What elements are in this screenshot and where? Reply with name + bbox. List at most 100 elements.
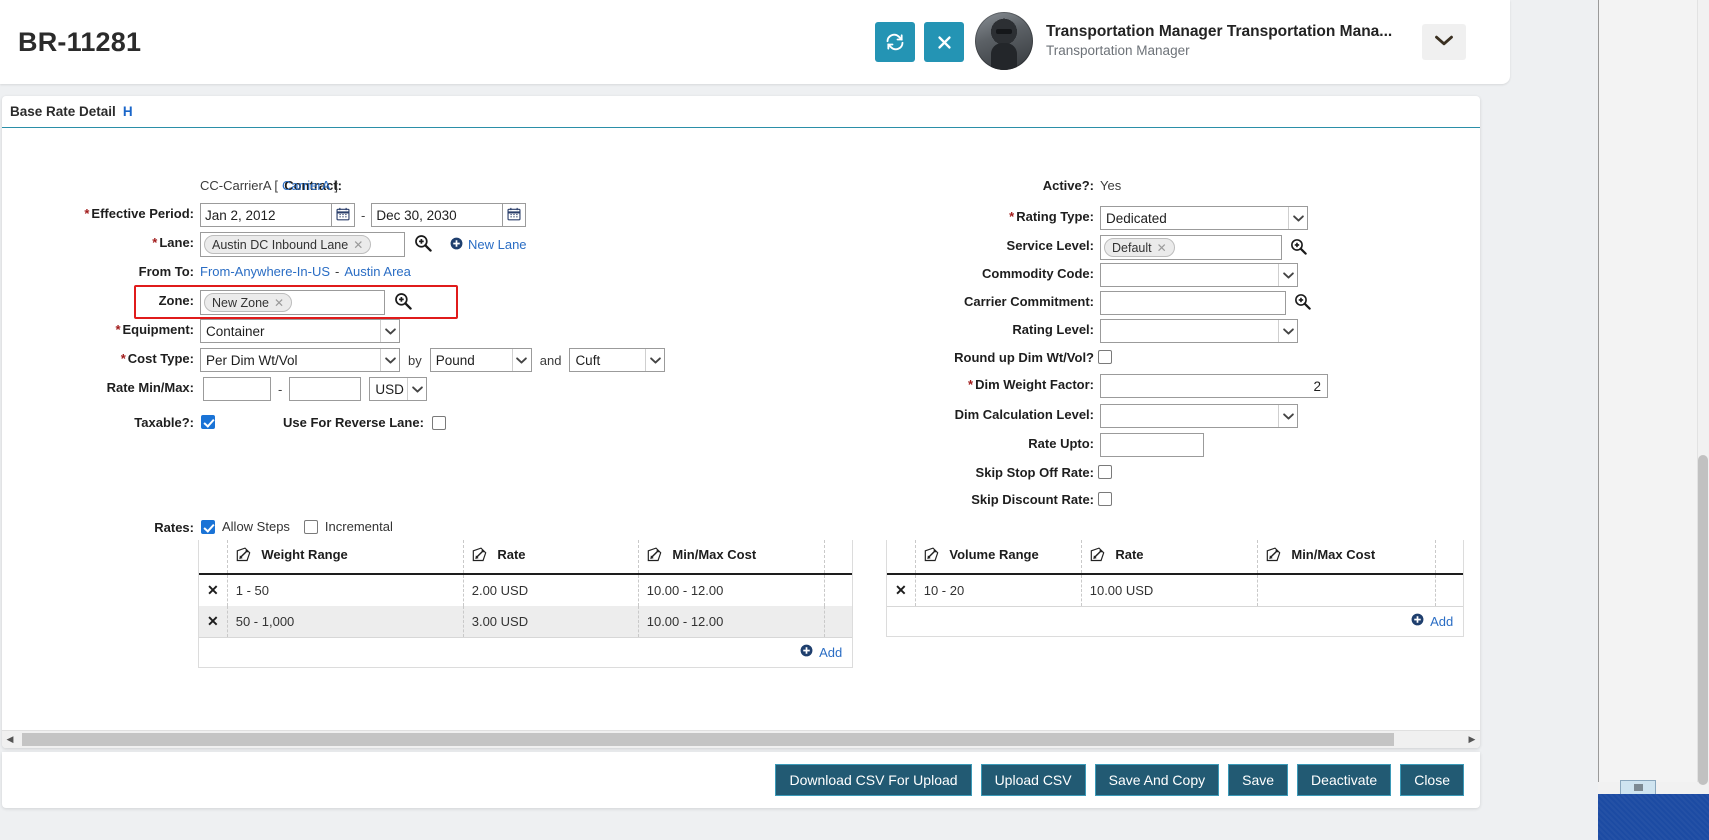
scroll-left-arrow-icon[interactable]: ◀ (2, 734, 18, 745)
skip-stop-off-checkbox-wrap (1098, 465, 1112, 479)
zone-search-button[interactable] (394, 292, 412, 313)
cost-type-unit1-select[interactable]: Pound (429, 348, 532, 372)
equipment-value: Container (206, 323, 265, 339)
contract-carrier-link[interactable]: CarrierA (282, 178, 330, 193)
volume-range-column-label: Volume Range (949, 547, 1039, 562)
cost-type-select[interactable]: Per Dim Wt/Vol (200, 348, 400, 372)
required-marker: * (152, 235, 158, 250)
horizontal-scroll-thumb[interactable] (22, 733, 1394, 746)
skip-discount-label-wrap: Skip Discount Rate: (832, 492, 1094, 507)
table-row[interactable]: ✕ 50 - 1,000 3.00 USD 10.00 - 12.00 (199, 606, 853, 637)
effective-to-calendar-button[interactable] (503, 203, 527, 227)
plus-circle-icon (800, 644, 813, 660)
zone-input[interactable]: New Zone ✕ (200, 290, 385, 315)
service-level-search-button[interactable] (1290, 238, 1307, 258)
commodity-code-label-wrap: Commodity Code: (832, 266, 1094, 281)
service-level-chip[interactable]: Default ✕ (1104, 238, 1175, 257)
rate-currency-select[interactable]: USD (369, 377, 428, 401)
contract-value-end: ] (334, 178, 339, 193)
panel-help-link[interactable]: H (123, 104, 133, 119)
remove-service-level-chip-icon[interactable]: ✕ (1157, 241, 1167, 255)
edit-pencil-icon[interactable] (472, 547, 491, 565)
close-window-button[interactable] (924, 22, 964, 62)
lane-search-button[interactable] (414, 234, 432, 255)
add-weight-rate-button[interactable]: Add (800, 644, 842, 660)
edit-pencil-icon[interactable] (1090, 547, 1109, 565)
download-csv-button[interactable]: Download CSV For Upload (775, 764, 972, 796)
commodity-code-label: Commodity Code: (982, 266, 1094, 281)
browser-scrollbar-thumb[interactable] (1698, 455, 1708, 785)
cost-type-by-label: by (408, 352, 422, 368)
browser-scrollbar[interactable] (1697, 0, 1709, 785)
delete-row-cell[interactable]: ✕ (199, 606, 228, 637)
round-up-dim-checkbox[interactable] (1098, 350, 1112, 364)
contract-value-group: CC-CarrierA [ CarrierA ] (200, 178, 338, 193)
upload-csv-button[interactable]: Upload CSV (980, 764, 1086, 796)
service-level-chip-label: Default (1112, 240, 1152, 255)
rate-min-input[interactable] (203, 377, 271, 401)
edit-pencil-icon[interactable] (1266, 547, 1285, 565)
weight-minmax-column-label: Min/Max Cost (672, 547, 757, 562)
effective-from-input[interactable] (200, 203, 332, 227)
active-label-wrap: Active?: (832, 178, 1094, 193)
delete-row-icon[interactable]: ✕ (895, 582, 907, 598)
volume-rate-cell: 10.00 USD (1081, 574, 1258, 606)
rating-level-select[interactable] (1100, 319, 1298, 343)
delete-row-cell[interactable]: ✕ (199, 574, 228, 606)
zone-chip[interactable]: New Zone ✕ (204, 293, 293, 312)
lane-input[interactable]: Austin DC Inbound Lane ✕ (200, 232, 405, 257)
rate-upto-input[interactable] (1100, 433, 1204, 457)
rate-minmax-label-wrap: Rate Min/Max: (2, 380, 194, 395)
horizontal-scroll-track[interactable] (18, 733, 1464, 746)
save-and-copy-button[interactable]: Save And Copy (1094, 764, 1220, 796)
refresh-button[interactable] (875, 22, 915, 62)
user-role: Transportation Manager (1046, 43, 1190, 59)
horizontal-scrollbar[interactable]: ◀ ▶ (2, 730, 1480, 748)
carrier-commitment-input[interactable] (1100, 291, 1286, 315)
save-button[interactable]: Save (1228, 764, 1289, 796)
rating-type-select[interactable]: Dedicated (1100, 206, 1308, 230)
allow-steps-checkbox[interactable] (201, 519, 215, 534)
carrier-commitment-search-button[interactable] (1294, 293, 1311, 313)
table-row[interactable]: ✕ 1 - 50 2.00 USD 10.00 - 12.00 (199, 574, 852, 606)
delete-row-icon[interactable]: ✕ (207, 582, 219, 598)
delete-row-cell[interactable]: ✕ (887, 574, 916, 606)
commodity-code-select[interactable] (1100, 263, 1298, 287)
effective-to-input[interactable] (371, 203, 504, 227)
top-header-bar: BR-11281 Transportation Manager Transpor… (0, 0, 1510, 84)
remove-lane-chip-icon[interactable]: ✕ (353, 238, 363, 252)
new-lane-button[interactable]: New Lane (450, 237, 527, 253)
user-profile-block[interactable]: Transportation Manager Transportation Ma… (975, 12, 1392, 70)
cost-type-unit2-select[interactable]: Cuft (569, 348, 666, 372)
taskbar-window-tab[interactable] (1620, 780, 1656, 794)
edit-pencil-icon[interactable] (236, 547, 255, 565)
reverse-lane-checkbox[interactable] (431, 415, 446, 430)
taxable-checkbox[interactable] (201, 415, 215, 429)
edit-pencil-icon[interactable] (647, 547, 666, 565)
lane-chip[interactable]: Austin DC Inbound Lane ✕ (204, 235, 372, 254)
add-volume-rate-button[interactable]: Add (1411, 613, 1453, 629)
effective-from-calendar-button[interactable] (332, 203, 355, 227)
deactivate-button[interactable]: Deactivate (1297, 764, 1392, 796)
weight-range-column-header: Weight Range (227, 540, 464, 575)
close-button[interactable]: Close (1400, 764, 1464, 796)
service-level-input[interactable]: Default ✕ (1100, 235, 1282, 260)
carrier-commitment-label: Carrier Commitment: (963, 294, 1094, 309)
delete-row-icon[interactable]: ✕ (207, 613, 219, 629)
reverse-lane-group: Use For Reverse Lane: (283, 415, 446, 430)
skip-discount-rate-checkbox[interactable] (1098, 492, 1112, 506)
user-menu-button[interactable] (1422, 24, 1466, 60)
dim-weight-factor-input[interactable] (1100, 374, 1328, 398)
incremental-checkbox[interactable] (303, 519, 318, 534)
dim-calculation-level-select[interactable] (1100, 404, 1298, 428)
rate-minmax-row: - USD (203, 377, 428, 401)
to-link[interactable]: Austin Area (344, 264, 411, 279)
equipment-select[interactable]: Container (200, 319, 400, 343)
rate-max-input[interactable] (289, 377, 362, 401)
table-row[interactable]: ✕ 10 - 20 10.00 USD (887, 574, 1463, 606)
skip-stop-off-rate-checkbox[interactable] (1098, 465, 1112, 479)
edit-pencil-icon[interactable] (924, 547, 943, 565)
remove-zone-chip-icon[interactable]: ✕ (274, 296, 284, 310)
scroll-right-arrow-icon[interactable]: ▶ (1464, 734, 1480, 745)
from-link[interactable]: From-Anywhere-In-US (200, 264, 330, 279)
